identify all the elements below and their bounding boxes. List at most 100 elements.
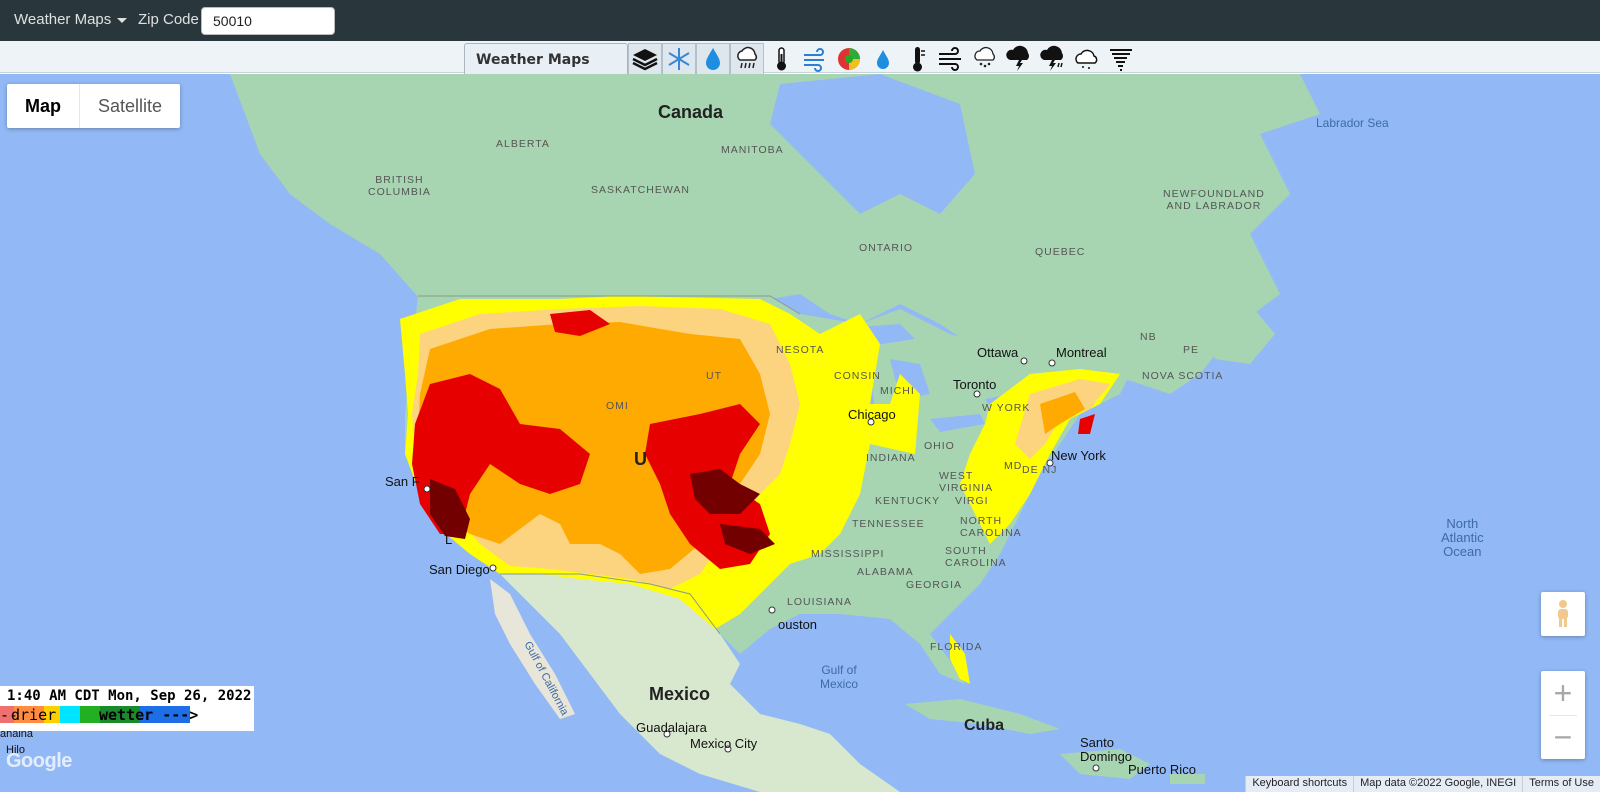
keyboard-shortcuts-link[interactable]: Keyboard shortcuts: [1245, 776, 1354, 792]
zoom-control: + −: [1541, 671, 1585, 759]
satellite-view-button[interactable]: Satellite: [80, 84, 180, 128]
label-kentucky: KENTUCKY: [875, 495, 941, 507]
label-pe: PE: [1183, 344, 1200, 356]
label-quebec: QUEBEC: [1035, 246, 1086, 258]
label-minnesota: NESOTA: [776, 344, 825, 356]
label-ottawa: Ottawa: [977, 345, 1019, 360]
label-san-diego: San Diego: [429, 562, 490, 577]
humidity-icon: [877, 50, 889, 69]
label-indiana: INDIANA: [866, 452, 916, 464]
storm-button[interactable]: [1002, 43, 1036, 75]
label-new-york: New York: [1051, 448, 1106, 463]
legend-wetter-label: wetter --->: [99, 706, 199, 724]
wind-gust-icon: [939, 47, 961, 71]
drought-legend: 1:40 AM CDT Mon, Sep 26, 2022 -- drier w…: [0, 686, 254, 731]
zoom-in-button[interactable]: +: [1541, 671, 1585, 715]
label-omi: OMI: [606, 400, 629, 412]
severe-storm-icon: [1040, 45, 1063, 71]
terms-of-use-link[interactable]: Terms of Use: [1522, 776, 1600, 792]
label-canada: Canada: [658, 102, 724, 122]
map-data-attribution: Map data ©2022 Google, INEGI: [1353, 776, 1523, 792]
label-puerto-rico: Puerto Rico: [1128, 762, 1196, 777]
zip-code-label: Zip Code: [138, 11, 199, 28]
wind-icon: [804, 48, 824, 72]
hail-icon: [974, 46, 995, 68]
label-alberta: ALBERTA: [496, 138, 550, 150]
label-florida: FLORIDA: [930, 641, 983, 653]
label-ontario: ONTARIO: [859, 242, 914, 254]
google-logo: Google: [6, 750, 72, 772]
map-type-control: Map Satellite: [7, 84, 181, 128]
label-md: MD: [1004, 460, 1023, 472]
label-santo-domingo: Santo Domingo: [1080, 735, 1133, 764]
weather-maps-menu[interactable]: Weather Maps: [14, 11, 128, 28]
label-u: U: [634, 449, 647, 469]
label-manitoba: MANITOBA: [721, 144, 784, 156]
weather-maps-menu-label: Weather Maps: [14, 11, 112, 28]
label-michigan: MICHI: [880, 385, 915, 397]
radar-button[interactable]: [832, 43, 866, 75]
caret-down-icon: [117, 17, 128, 23]
label-virginia: VIRGI: [955, 495, 989, 507]
label-louisiana: LOUISIANA: [787, 596, 853, 608]
thermometer-button[interactable]: [764, 43, 798, 75]
label-wisconsin: CONSIN: [834, 370, 881, 382]
hail-button[interactable]: [968, 43, 1002, 75]
label-west-virginia: WEST VIRGINIA: [939, 470, 994, 494]
zoom-divider: [1549, 715, 1577, 716]
legend-drier-label: drier: [11, 706, 57, 724]
zip-code-input[interactable]: [201, 7, 335, 35]
layers-button[interactable]: [628, 43, 662, 75]
severe-storm-button[interactable]: [1036, 43, 1070, 75]
label-san-francisco: San F: [385, 474, 420, 489]
label-cuba: Cuba: [964, 717, 1004, 734]
label-north-carolina: NORTH CAROLINA: [960, 515, 1022, 539]
humidity-button[interactable]: [866, 43, 900, 75]
cloud-button[interactable]: [1070, 43, 1104, 75]
label-alabama: ALABAMA: [857, 566, 914, 578]
label-guadalajara: Guadalajara: [636, 720, 707, 735]
label-new-york-state: W YORK: [982, 402, 1031, 414]
tornado-button[interactable]: [1104, 43, 1138, 75]
label-mexico-city: Mexico City: [690, 736, 758, 751]
label-north-atlantic: North Atlantic Ocean: [1441, 516, 1484, 559]
zoom-out-button[interactable]: −: [1541, 715, 1585, 759]
label-ohio: OHIO: [924, 440, 955, 452]
label-saskatchewan: SASKATCHEWAN: [591, 184, 690, 196]
legend-timestamp: 1:40 AM CDT Mon, Sep 26, 2022: [7, 688, 252, 704]
label-ut: UT: [706, 370, 722, 382]
radar-icon: [838, 48, 860, 70]
wind-button[interactable]: [798, 43, 832, 75]
label-georgia: GEORGIA: [906, 579, 963, 591]
street-view-pegman-button[interactable]: [1541, 592, 1585, 636]
label-nb: NB: [1140, 331, 1157, 343]
label-gulf-of-mexico: Gulf of Mexico: [820, 663, 859, 691]
map-view-button[interactable]: Map: [7, 84, 80, 128]
rain-cloud-icon: [737, 46, 758, 69]
snow-button[interactable]: [662, 43, 696, 75]
precip-button[interactable]: [696, 43, 730, 75]
label-south-carolina: SOUTH CAROLINA: [945, 545, 1007, 569]
map-canvas[interactable]: Canada Mexico Cuba ALBERTA BRITISH COLUM…: [0, 74, 1600, 792]
pegman-icon: [1558, 600, 1568, 627]
label-chicago: Chicago: [848, 407, 896, 422]
rain-button[interactable]: [730, 43, 764, 75]
layer-panel-title[interactable]: Weather Maps: [464, 43, 628, 78]
label-l: L: [445, 532, 453, 547]
wind-gust-button[interactable]: [934, 43, 968, 75]
label-labrador-sea: Labrador Sea: [1316, 116, 1389, 130]
drought-d3-east: [1078, 414, 1095, 434]
label-nova-scotia: NOVA SCOTIA: [1142, 370, 1224, 382]
storm-icon: [1006, 45, 1029, 71]
temperature-icon: [913, 47, 925, 72]
label-british-columbia: BRITISH COLUMBIA: [368, 174, 431, 198]
label-montreal: Montreal: [1056, 345, 1107, 360]
map-attribution: Keyboard shortcuts Map data ©2022 Google…: [1245, 776, 1600, 792]
temperature-button[interactable]: [900, 43, 934, 75]
label-de-nj: DE NJ: [1022, 464, 1058, 476]
label-newfoundland: NEWFOUNDLAND AND LABRADOR: [1163, 188, 1265, 212]
cloud-icon: [1075, 49, 1098, 69]
map-geography: [230, 74, 1320, 792]
label-mississippi: MISSISSIPPI: [811, 548, 885, 560]
water-drop-icon: [706, 48, 720, 70]
